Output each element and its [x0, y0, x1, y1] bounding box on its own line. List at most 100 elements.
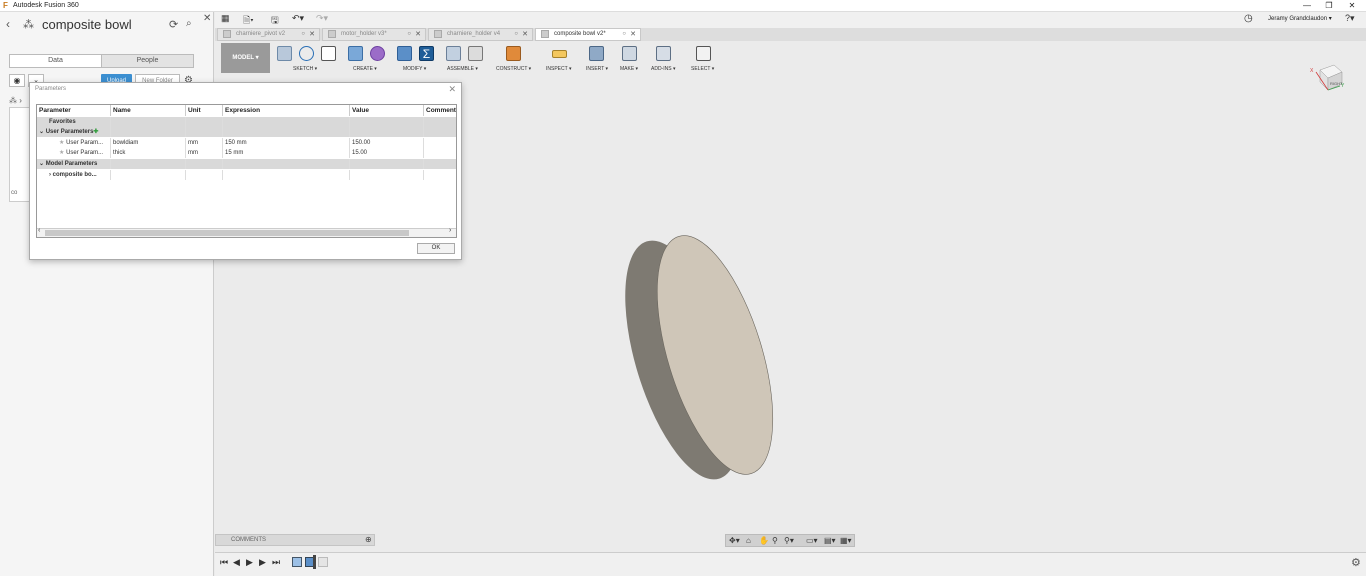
param-unit[interactable]: mm — [186, 138, 223, 148]
comments-panel[interactable]: COMMENTS — [215, 534, 375, 546]
refresh-icon[interactable]: ⟳ — [169, 18, 178, 31]
timeline-feature-suppressed[interactable] — [318, 557, 328, 567]
close-tab-icon[interactable]: ✕ — [415, 29, 421, 40]
redo-icon[interactable]: ↷▾ — [316, 13, 328, 24]
col-value[interactable]: Value — [350, 105, 424, 116]
tab-charniere-holder[interactable]: charniere_holder v4 ○ ✕ — [428, 28, 533, 41]
horizontal-scrollbar[interactable]: ‹ › — [37, 227, 456, 237]
addins-menu[interactable]: ADD-INS ▾ — [651, 66, 675, 72]
hub-root-icon[interactable]: ⁂ › — [9, 96, 22, 105]
col-expression[interactable]: Expression — [223, 105, 350, 116]
file-menu-icon[interactable]: 🗎▾ — [243, 13, 254, 29]
close-tab-icon[interactable]: ✕ — [630, 29, 636, 40]
viewcube[interactable]: RIGHT X Y — [1310, 60, 1346, 92]
timeline-marker[interactable] — [313, 555, 316, 569]
pan-icon[interactable]: ✋ — [759, 536, 769, 545]
scroll-right-icon[interactable]: › — [449, 227, 451, 234]
restore-button[interactable]: ❐ — [1318, 0, 1340, 12]
form-icon[interactable] — [370, 46, 385, 61]
new-component-icon[interactable] — [446, 46, 461, 61]
search-icon[interactable]: ⌕ — [186, 18, 192, 29]
add-comment-icon[interactable]: ⊕ — [365, 535, 372, 544]
ok-button[interactable]: OK — [417, 243, 455, 254]
table-row[interactable]: › composite bo... — [37, 170, 456, 180]
assemble-menu[interactable]: ASSEMBLE ▾ — [447, 66, 478, 72]
tab-motor-holder[interactable]: motor_holder v3* ○ ✕ — [322, 28, 426, 41]
workspace-switcher[interactable]: MODEL ▾ — [221, 43, 270, 73]
create-menu[interactable]: CREATE ▾ — [353, 66, 377, 72]
look-at-icon[interactable]: ⌂ — [746, 536, 751, 545]
close-panel-icon[interactable]: ✕ — [203, 13, 211, 24]
close-tab-icon[interactable]: ✕ — [522, 29, 528, 40]
col-unit[interactable]: Unit — [186, 105, 223, 116]
close-window-button[interactable]: ✕ — [1341, 0, 1363, 12]
parameters-sigma-icon[interactable]: Σ — [419, 46, 434, 61]
view-mode-icon[interactable]: ◉ — [9, 74, 25, 87]
col-name[interactable]: Name — [111, 105, 186, 116]
line-icon[interactable] — [299, 46, 314, 61]
param-unit[interactable]: mm — [186, 148, 223, 158]
collapse-chevron-icon[interactable]: ⌄ — [39, 129, 46, 135]
step-forward-icon[interactable]: ▶ — [259, 557, 266, 568]
tab-charniere-pivot[interactable]: charniere_pivot v2 ○ ✕ — [217, 28, 320, 41]
star-icon[interactable]: ★ — [59, 150, 64, 156]
table-row[interactable]: ★ User Param... thick mm 15 mm 15.00 — [37, 148, 456, 158]
timeline-feature-sketch[interactable] — [292, 557, 302, 567]
rectangle-icon[interactable] — [321, 46, 336, 61]
grid-settings-icon[interactable]: ▤▾ — [824, 536, 836, 545]
model-parameters-row[interactable]: ⌄ Model Parameters — [37, 159, 456, 169]
timeline-settings-gear-icon[interactable]: ⚙ — [1351, 556, 1361, 569]
extrude-icon[interactable] — [348, 46, 363, 61]
back-arrow-icon[interactable]: ‹ — [6, 17, 10, 31]
design-thumbnail-card[interactable] — [9, 107, 31, 202]
joint-icon[interactable] — [468, 46, 483, 61]
param-name[interactable]: bowldiam — [111, 138, 186, 148]
close-dialog-icon[interactable]: ✕ — [448, 84, 456, 95]
measure-icon[interactable] — [552, 50, 567, 58]
3d-print-icon[interactable] — [622, 46, 637, 61]
go-to-end-icon[interactable]: ⏭ — [272, 557, 280, 568]
create-sketch-icon[interactable] — [277, 46, 292, 61]
make-menu[interactable]: MAKE ▾ — [620, 66, 638, 72]
scrollbar-thumb[interactable] — [45, 230, 409, 236]
construct-menu[interactable]: CONSTRUCT ▾ — [496, 66, 531, 72]
viewports-icon[interactable]: ▦▾ — [840, 536, 852, 545]
display-settings-icon[interactable]: ▭▾ — [806, 536, 818, 545]
tab-people[interactable]: People — [102, 55, 193, 67]
table-row[interactable]: ★ User Param... bowldiam mm 150 mm 150.0… — [37, 138, 456, 148]
minimize-button[interactable]: — — [1296, 0, 1318, 12]
grid-menu-icon[interactable]: ▦ — [221, 13, 230, 24]
step-back-icon[interactable]: ◀ — [233, 557, 240, 568]
user-account-menu[interactable]: Jeramy Grandclaudon ▾ — [1268, 15, 1332, 22]
tab-composite-bowl[interactable]: composite bowl v2* ○ ✕ — [535, 28, 641, 41]
scripts-addins-icon[interactable] — [656, 46, 671, 61]
insert-image-icon[interactable] — [589, 46, 604, 61]
insert-menu[interactable]: INSERT ▾ — [586, 66, 608, 72]
play-icon[interactable]: ▶ — [246, 557, 253, 568]
user-parameters-row[interactable]: ⌄ User Parameters✚ — [37, 127, 456, 137]
param-name[interactable]: thick — [111, 148, 186, 158]
help-icon[interactable]: ?▾ — [1345, 13, 1355, 24]
orbit-icon[interactable]: ✥▾ — [729, 536, 740, 545]
composite-bowl-body[interactable] — [602, 223, 796, 493]
favorites-row[interactable]: Favorites — [37, 117, 456, 127]
job-status-clock-icon[interactable]: ◷ — [1244, 13, 1253, 24]
undo-icon[interactable]: ↶▾ — [292, 13, 304, 24]
go-to-start-icon[interactable]: ⏮ — [220, 557, 228, 568]
select-arrow-icon[interactable] — [696, 46, 711, 61]
zoom-icon[interactable]: ⚲ — [772, 536, 778, 545]
modify-menu[interactable]: MODIFY ▾ — [403, 66, 426, 72]
inspect-menu[interactable]: INSPECT ▾ — [546, 66, 571, 72]
param-expression[interactable]: 15 mm — [223, 148, 350, 158]
col-parameter[interactable]: Parameter — [37, 105, 111, 116]
sketch-menu[interactable]: SKETCH ▾ — [293, 66, 317, 72]
collapse-chevron-icon[interactable]: ⌄ — [39, 161, 46, 167]
scroll-left-icon[interactable]: ‹ — [38, 227, 40, 234]
param-expression[interactable]: 150 mm — [223, 138, 350, 148]
tab-data[interactable]: Data — [10, 55, 102, 67]
close-tab-icon[interactable]: ✕ — [309, 29, 315, 40]
save-icon[interactable]: 🖫 — [271, 13, 279, 29]
select-menu[interactable]: SELECT ▾ — [691, 66, 714, 72]
star-icon[interactable]: ★ — [59, 140, 64, 146]
offset-plane-icon[interactable] — [506, 46, 521, 61]
